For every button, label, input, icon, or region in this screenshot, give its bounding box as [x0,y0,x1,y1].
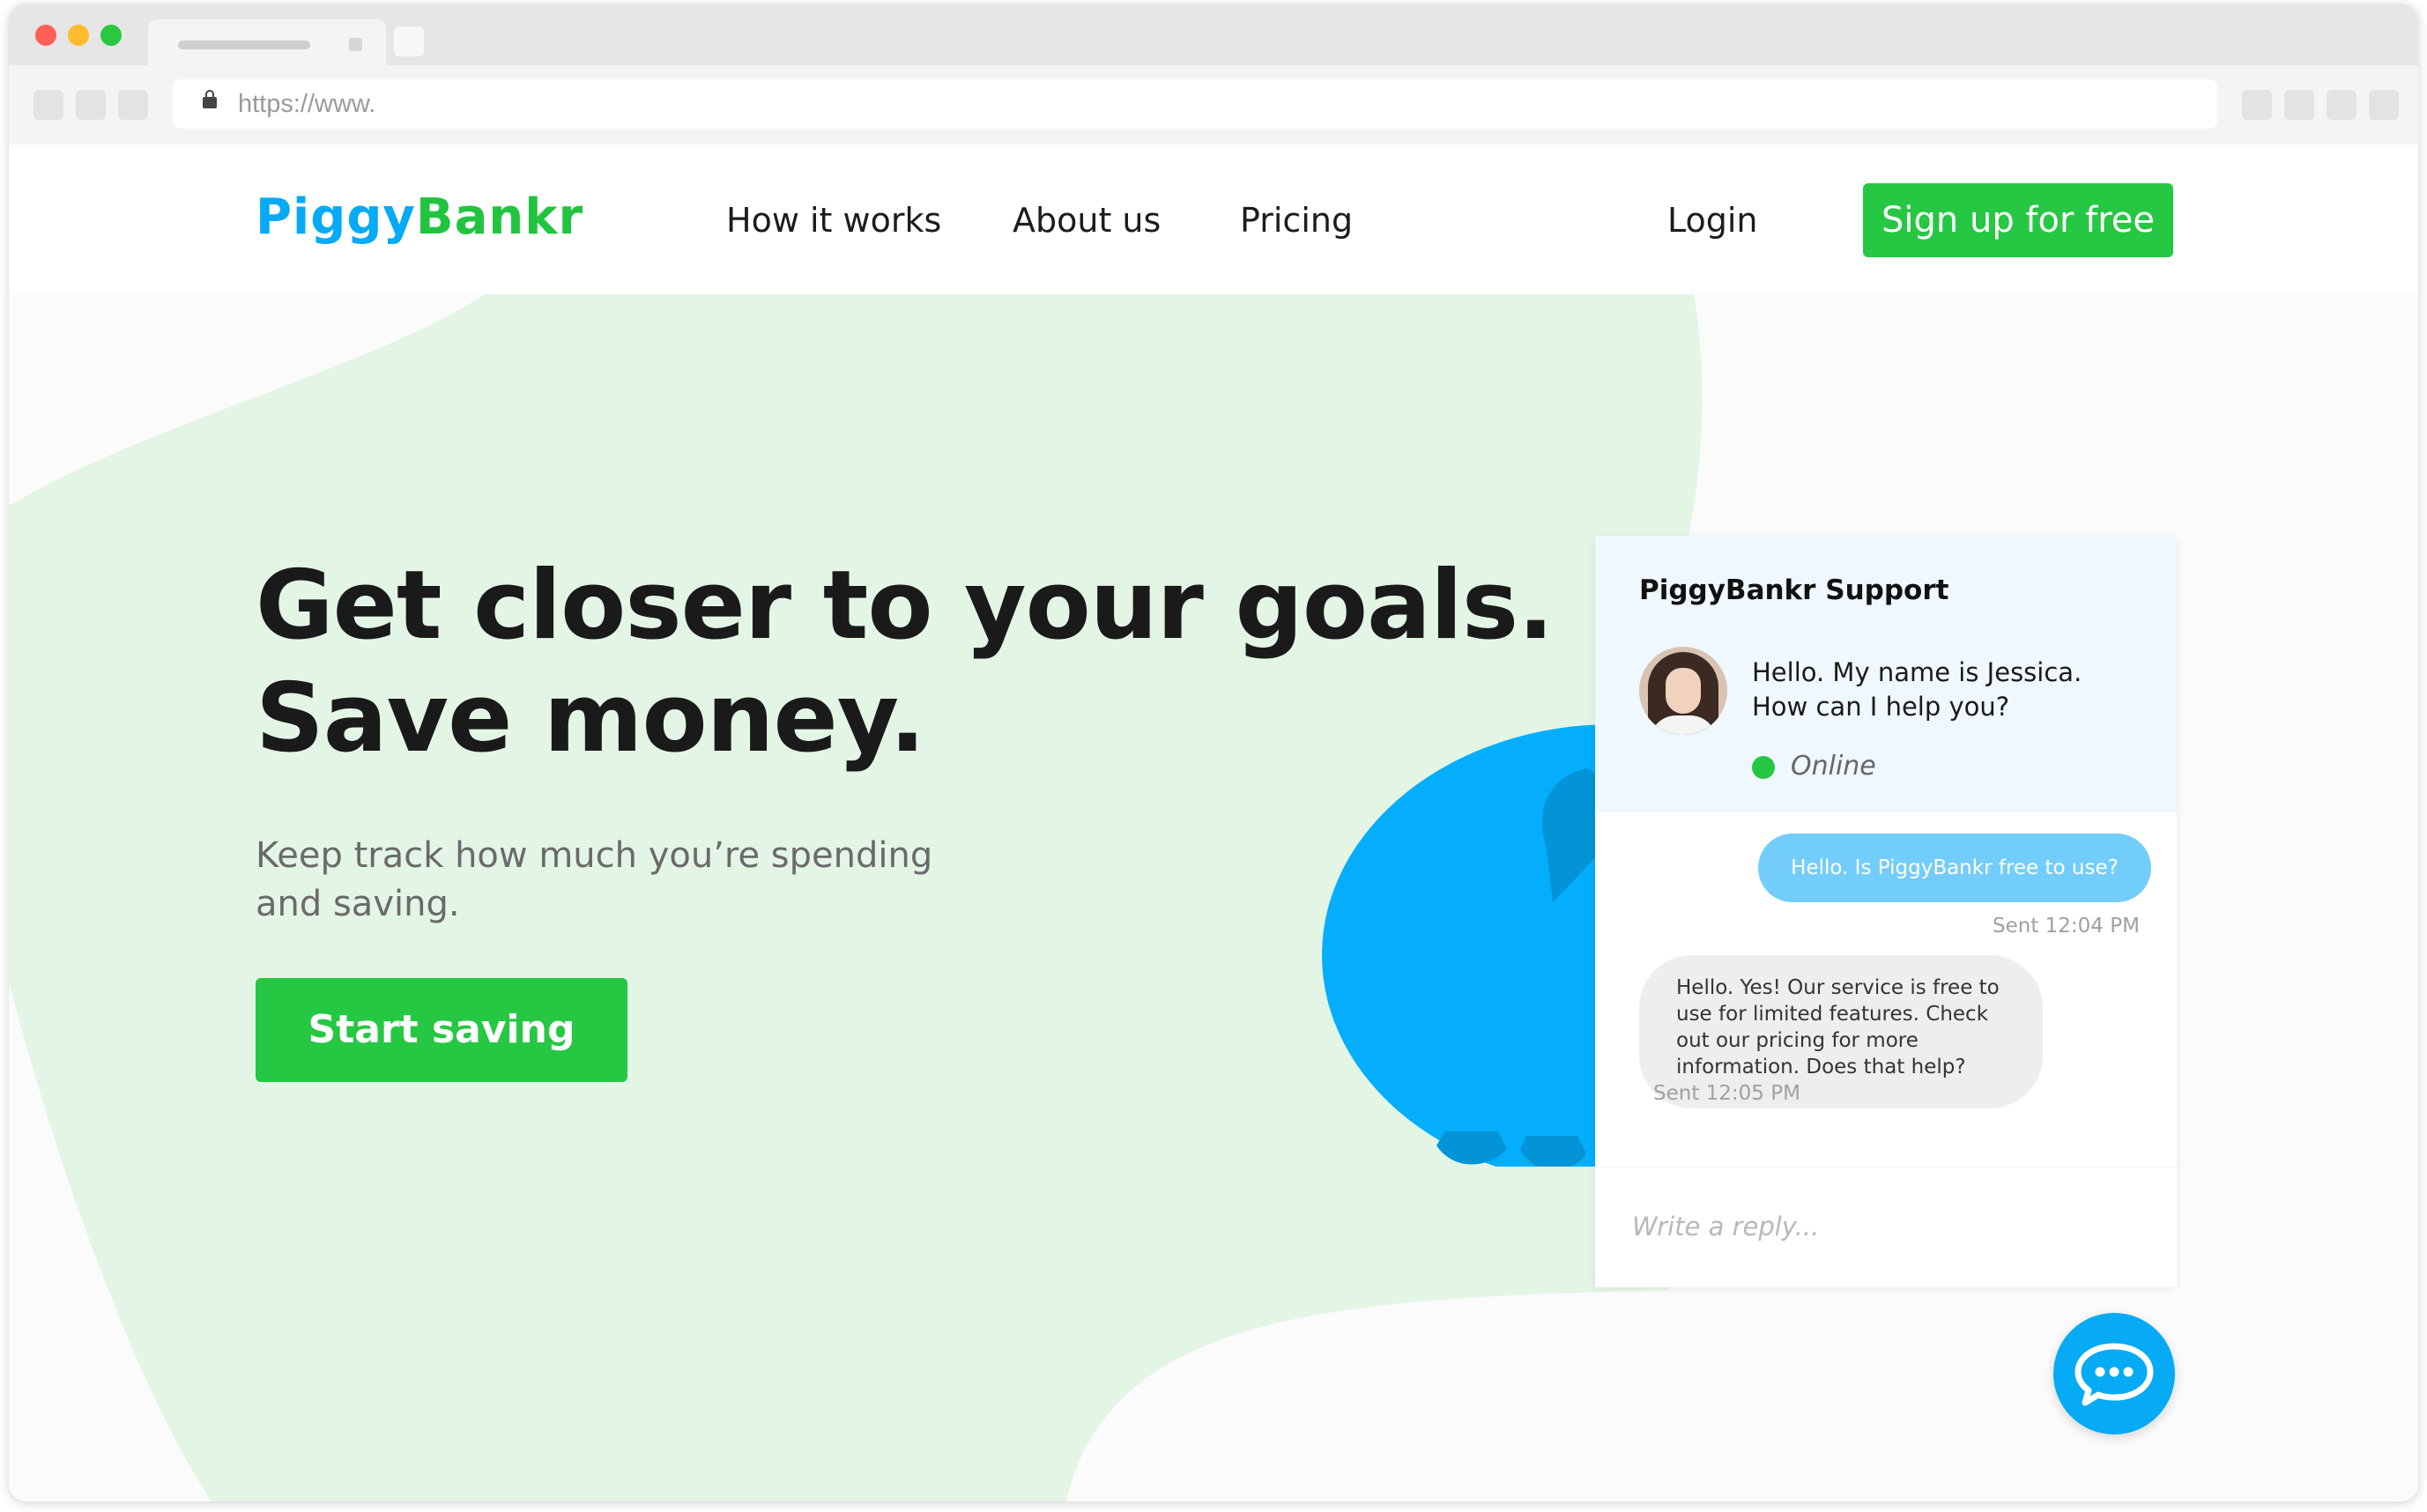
web-page: PiggyBankr How it works About us Pricing… [9,145,2418,1501]
window-maximize-button[interactable] [100,25,122,46]
extension-button[interactable] [2327,90,2356,120]
window-minimize-button[interactable] [68,25,89,46]
agent-greeting: Hello. My name is Jessica. How can I hel… [1752,657,2082,722]
address-bar[interactable]: https://www. [173,79,2217,129]
outgoing-message: Hello. Is PiggyBankr free to use? [1758,834,2151,902]
hero-subtitle: Keep track how much you’re spending and … [256,835,933,924]
browser-window: https://www. PiggyBankr How it works Abo… [9,4,2418,1501]
browser-titlebar [9,4,2418,65]
extension-button[interactable] [2284,90,2314,120]
nav-how-it-works[interactable]: How it works [726,201,941,240]
back-button[interactable] [33,90,63,120]
hero-title: Get closer to your goals. Save money. [256,551,1554,774]
support-chat-widget: PiggyBankr Support Hello. My name is Jes… [1595,536,2177,1287]
reply-input[interactable] [1630,1199,2145,1254]
chat-bubble-icon [2074,1343,2154,1406]
tab-title-placeholder [178,41,310,49]
browser-tab[interactable] [148,19,386,65]
browser-toolbar: https://www. [9,65,2418,145]
extension-button[interactable] [2242,90,2272,120]
lock-icon [203,90,217,108]
menu-button[interactable] [2369,90,2399,120]
agent-avatar [1639,647,1727,735]
signup-button[interactable]: Sign up for free [1863,183,2173,257]
chat-header: PiggyBankr Support Hello. My name is Jes… [1595,536,2177,812]
message-timestamp: Sent 12:05 PM [1653,1082,1800,1105]
reload-button[interactable] [118,90,148,120]
chat-title: PiggyBankr Support [1639,574,1949,606]
forward-button[interactable] [76,90,106,120]
window-close-button[interactable] [35,25,56,46]
piggybankr-logo[interactable]: PiggyBankr [256,189,583,246]
online-status-icon [1752,756,1775,779]
tab-close-icon[interactable] [349,38,362,51]
address-bar-url: https://www. [238,90,376,118]
nav-about-us[interactable]: About us [1013,201,1161,240]
login-link[interactable]: Login [1667,201,1758,240]
new-tab-button[interactable] [394,26,424,56]
message-timestamp: Sent 12:04 PM [1993,915,2140,938]
nav-pricing[interactable]: Pricing [1240,201,1353,240]
site-header: PiggyBankr How it works About us Pricing… [9,145,2418,294]
start-saving-button[interactable]: Start saving [256,978,627,1082]
chat-toggle-button[interactable] [2053,1313,2175,1434]
reply-area [1595,1167,2177,1287]
agent-status: Online [1791,751,1876,782]
